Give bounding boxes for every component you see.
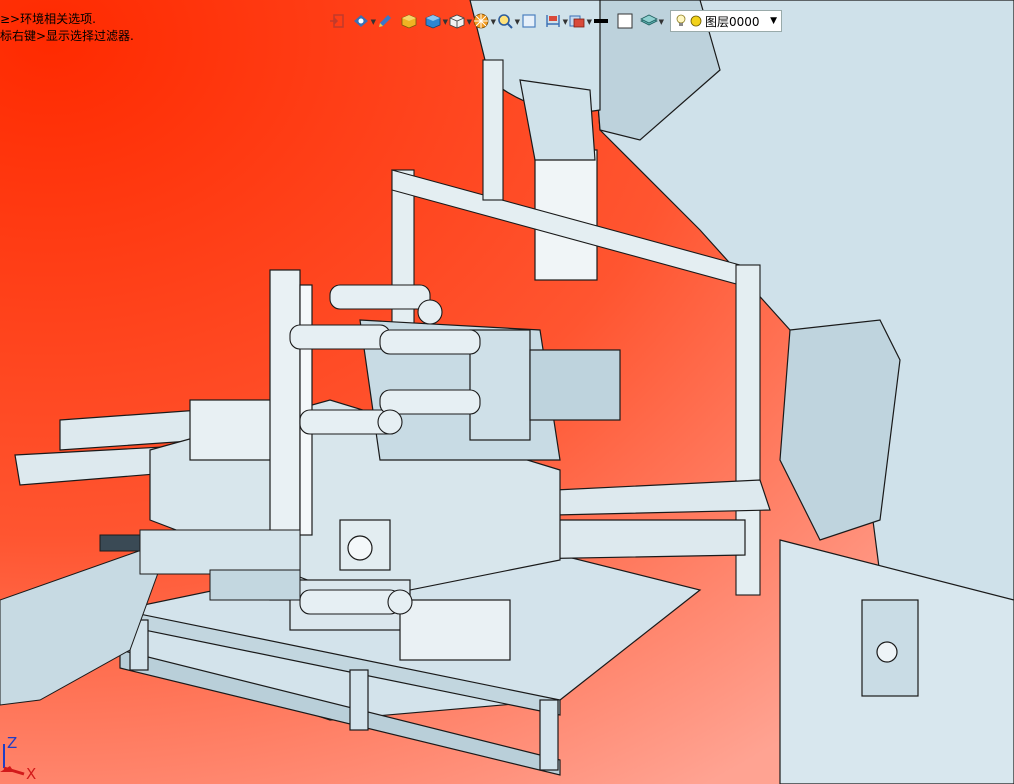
cube-blue-icon bbox=[425, 14, 441, 29]
view-style-button[interactable]: ▼ bbox=[350, 10, 376, 32]
chevron-down-icon: ▼ bbox=[658, 18, 664, 26]
exit-sketch-icon bbox=[330, 14, 344, 28]
wireframe-cube-button[interactable]: ▼ bbox=[446, 10, 472, 32]
layer-manager-button[interactable]: ▼ bbox=[638, 10, 664, 32]
chevron-down-icon: ▼ bbox=[770, 16, 777, 26]
fill-color-swatch bbox=[617, 13, 633, 29]
layer-color-dot bbox=[690, 15, 702, 27]
section-view-button[interactable]: ▼ bbox=[470, 10, 496, 32]
dimension-icon bbox=[546, 15, 560, 27]
layer-select[interactable]: 图层0000 ▼ bbox=[670, 10, 782, 32]
view-style-icon bbox=[354, 15, 368, 27]
layers-icon bbox=[640, 14, 658, 26]
sketch-pencil-button[interactable] bbox=[374, 10, 396, 32]
zoom-icon bbox=[498, 14, 513, 29]
zoom-button[interactable]: ▼ bbox=[494, 10, 520, 32]
cad-model-scene[interactable] bbox=[0, 0, 1014, 784]
dimension-button[interactable]: ▼ bbox=[542, 10, 568, 32]
fill-color-button[interactable] bbox=[614, 10, 636, 32]
snapshot-button[interactable]: ▼ bbox=[566, 10, 592, 32]
axis-x-label: X bbox=[26, 765, 37, 783]
shaded-cube-button[interactable]: ▼ bbox=[422, 10, 448, 32]
status-hint-line-1: ≥>环境相关选项. bbox=[0, 12, 96, 26]
frame-icon bbox=[522, 14, 536, 28]
wire-cube-icon bbox=[449, 14, 465, 29]
box-yellow-icon bbox=[401, 14, 417, 29]
line-color-swatch bbox=[594, 19, 608, 23]
status-hint-line-2: 标右键>显示选择过滤器. bbox=[0, 29, 134, 43]
frame-view-button[interactable] bbox=[518, 10, 540, 32]
pencil-icon bbox=[379, 15, 391, 27]
exit-sketch-button[interactable] bbox=[326, 10, 348, 32]
line-color-button[interactable] bbox=[590, 10, 612, 32]
3d-viewport[interactable]: ≥>环境相关选项. 标右键>显示选择过滤器. ▼ ▼ ▼ ▼ ▼ ▼ ▼ ▼ 图… bbox=[0, 0, 1014, 784]
solid-box-button[interactable] bbox=[398, 10, 420, 32]
section-wheel-icon bbox=[473, 13, 489, 29]
layer-name: 图层0000 bbox=[705, 14, 760, 29]
snapshot-icon bbox=[569, 15, 585, 28]
axis-z-label: Z bbox=[7, 734, 18, 752]
lightbulb-icon bbox=[676, 14, 686, 26]
view-toolbar: ▼ ▼ ▼ ▼ ▼ ▼ ▼ ▼ 图层0000 ▼ bbox=[326, 8, 782, 34]
axis-triad: Z X bbox=[0, 734, 50, 784]
